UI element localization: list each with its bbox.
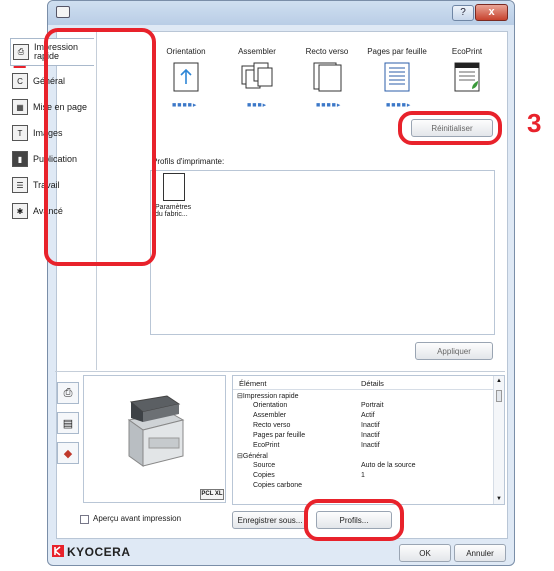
highlight-sidebar	[44, 28, 156, 266]
detail-row: Assembler Actif	[233, 412, 504, 422]
profile-item-factory-settings[interactable]: Paramètres du fabric...	[155, 173, 200, 218]
layout-icon: ▦	[12, 99, 28, 115]
publication-icon: ▮	[12, 151, 28, 167]
detail-row: Orientation Portrait	[233, 402, 504, 412]
tab-color-settings[interactable]: ◆	[57, 442, 79, 464]
document-small-icon: ▤	[62, 417, 74, 430]
settings-details-list: Élément Détails ⊟Impression rapide Orien…	[232, 375, 505, 505]
details-header: Élément Détails	[233, 376, 504, 390]
detail-value: Auto de la source	[361, 462, 416, 469]
advanced-icon: ✱	[12, 203, 28, 219]
detail-element: Orientation	[253, 402, 288, 409]
detail-group-general[interactable]: ⊟Général	[233, 452, 504, 462]
duplex-option-dots: ■■■■▸	[316, 102, 342, 109]
orientation-portrait-icon[interactable]	[169, 62, 203, 92]
printer-preview-box	[83, 375, 226, 503]
printer-app-icon	[56, 6, 70, 18]
pages-option-dots: ■■■■▸	[386, 102, 412, 109]
detail-value: Inactif	[361, 442, 380, 449]
tab-document-settings[interactable]: ▤	[57, 412, 79, 434]
detail-element: Impression rapide	[242, 393, 299, 400]
duplex-icon[interactable]	[310, 62, 344, 92]
scroll-down-icon[interactable]: ▼	[496, 496, 502, 502]
element-column-header: Élément	[239, 379, 267, 388]
detail-row: Source Auto de la source	[233, 462, 504, 472]
collate-option-dots: ■■■▸	[247, 102, 268, 109]
detail-element: Recto verso	[253, 422, 291, 429]
detail-element: Copies	[253, 472, 275, 479]
help-button[interactable]: ?	[452, 5, 474, 21]
printer-profiles-list	[150, 170, 495, 335]
print-preview-label: Aperçu avant impression	[93, 514, 182, 523]
column-label-pages-par-feuille: Pages par feuille	[367, 47, 427, 56]
kyocera-logo-icon	[52, 545, 64, 557]
column-label-assembler: Assembler	[238, 47, 276, 56]
ok-button[interactable]: OK	[399, 544, 451, 562]
detail-value: Portrait	[361, 402, 384, 409]
job-icon: ☰	[12, 177, 28, 193]
orientation-option-dots: ■■■■▸	[172, 102, 198, 109]
pages-per-sheet-icon[interactable]	[380, 62, 414, 92]
column-label-ecoprint: EcoPrint	[451, 47, 483, 56]
apply-button[interactable]: Appliquer	[415, 342, 493, 360]
close-button[interactable]: x	[475, 4, 508, 21]
detail-value: 1	[361, 472, 365, 479]
print-preview-checkbox[interactable]	[80, 515, 89, 524]
general-icon: C	[12, 73, 28, 89]
detail-element: Copies carbone	[253, 482, 303, 489]
printer-image	[127, 395, 185, 467]
column-label-orientation: Orientation	[166, 47, 206, 56]
document-icon	[163, 173, 185, 201]
color-palette-icon: ◆	[63, 447, 73, 460]
detail-element: Source	[253, 462, 276, 469]
printer-small-icon: ⎙	[63, 386, 73, 399]
profile-item-label: Paramètres du fabric...	[155, 204, 192, 218]
scroll-up-icon[interactable]: ▲	[496, 378, 502, 384]
kyocera-logo-text: KYOCERA	[67, 545, 131, 559]
scroll-thumb[interactable]	[496, 390, 502, 402]
detail-value: Actif	[361, 412, 375, 419]
detail-row: Recto verso Inactif	[233, 422, 504, 432]
column-label-recto-verso: Recto verso	[305, 47, 349, 56]
highlight-profiles	[304, 499, 404, 541]
title-bar: ? x	[48, 1, 514, 25]
details-scrollbar[interactable]: ▲ ▼	[493, 376, 504, 504]
detail-value: Inactif	[361, 422, 380, 429]
detail-element: Général	[242, 453, 268, 460]
detail-row: Copies carbone	[233, 482, 504, 492]
details-column-header: Détails	[361, 379, 384, 388]
detail-value: Inactif	[361, 432, 380, 439]
detail-row: Copies 1	[233, 472, 504, 482]
pcl-xl-badge: PCL XL	[200, 489, 224, 500]
images-icon: T	[12, 125, 28, 141]
highlight-reset	[398, 111, 502, 145]
save-as-button[interactable]: Enregistrer sous...	[232, 511, 308, 529]
ecoprint-icon[interactable]	[450, 62, 484, 92]
detail-element: Assembler	[253, 412, 287, 419]
printer-profiles-heading: Profils d'imprimante:	[152, 157, 225, 166]
callout-number-3: 3	[527, 108, 542, 138]
detail-element: Pages par feuille	[253, 432, 306, 439]
cancel-button[interactable]: Annuler	[454, 544, 506, 562]
detail-group-impression-rapide[interactable]: ⊟Impression rapide	[233, 392, 504, 402]
detail-row: Pages par feuille Inactif	[233, 432, 504, 442]
detail-row: EcoPrint Inactif	[233, 442, 504, 452]
tab-print-settings[interactable]: ⎙	[57, 382, 79, 404]
detail-element: EcoPrint	[253, 442, 280, 449]
collate-icon[interactable]	[240, 62, 274, 92]
quick-print-icon: ⎙	[13, 44, 29, 60]
